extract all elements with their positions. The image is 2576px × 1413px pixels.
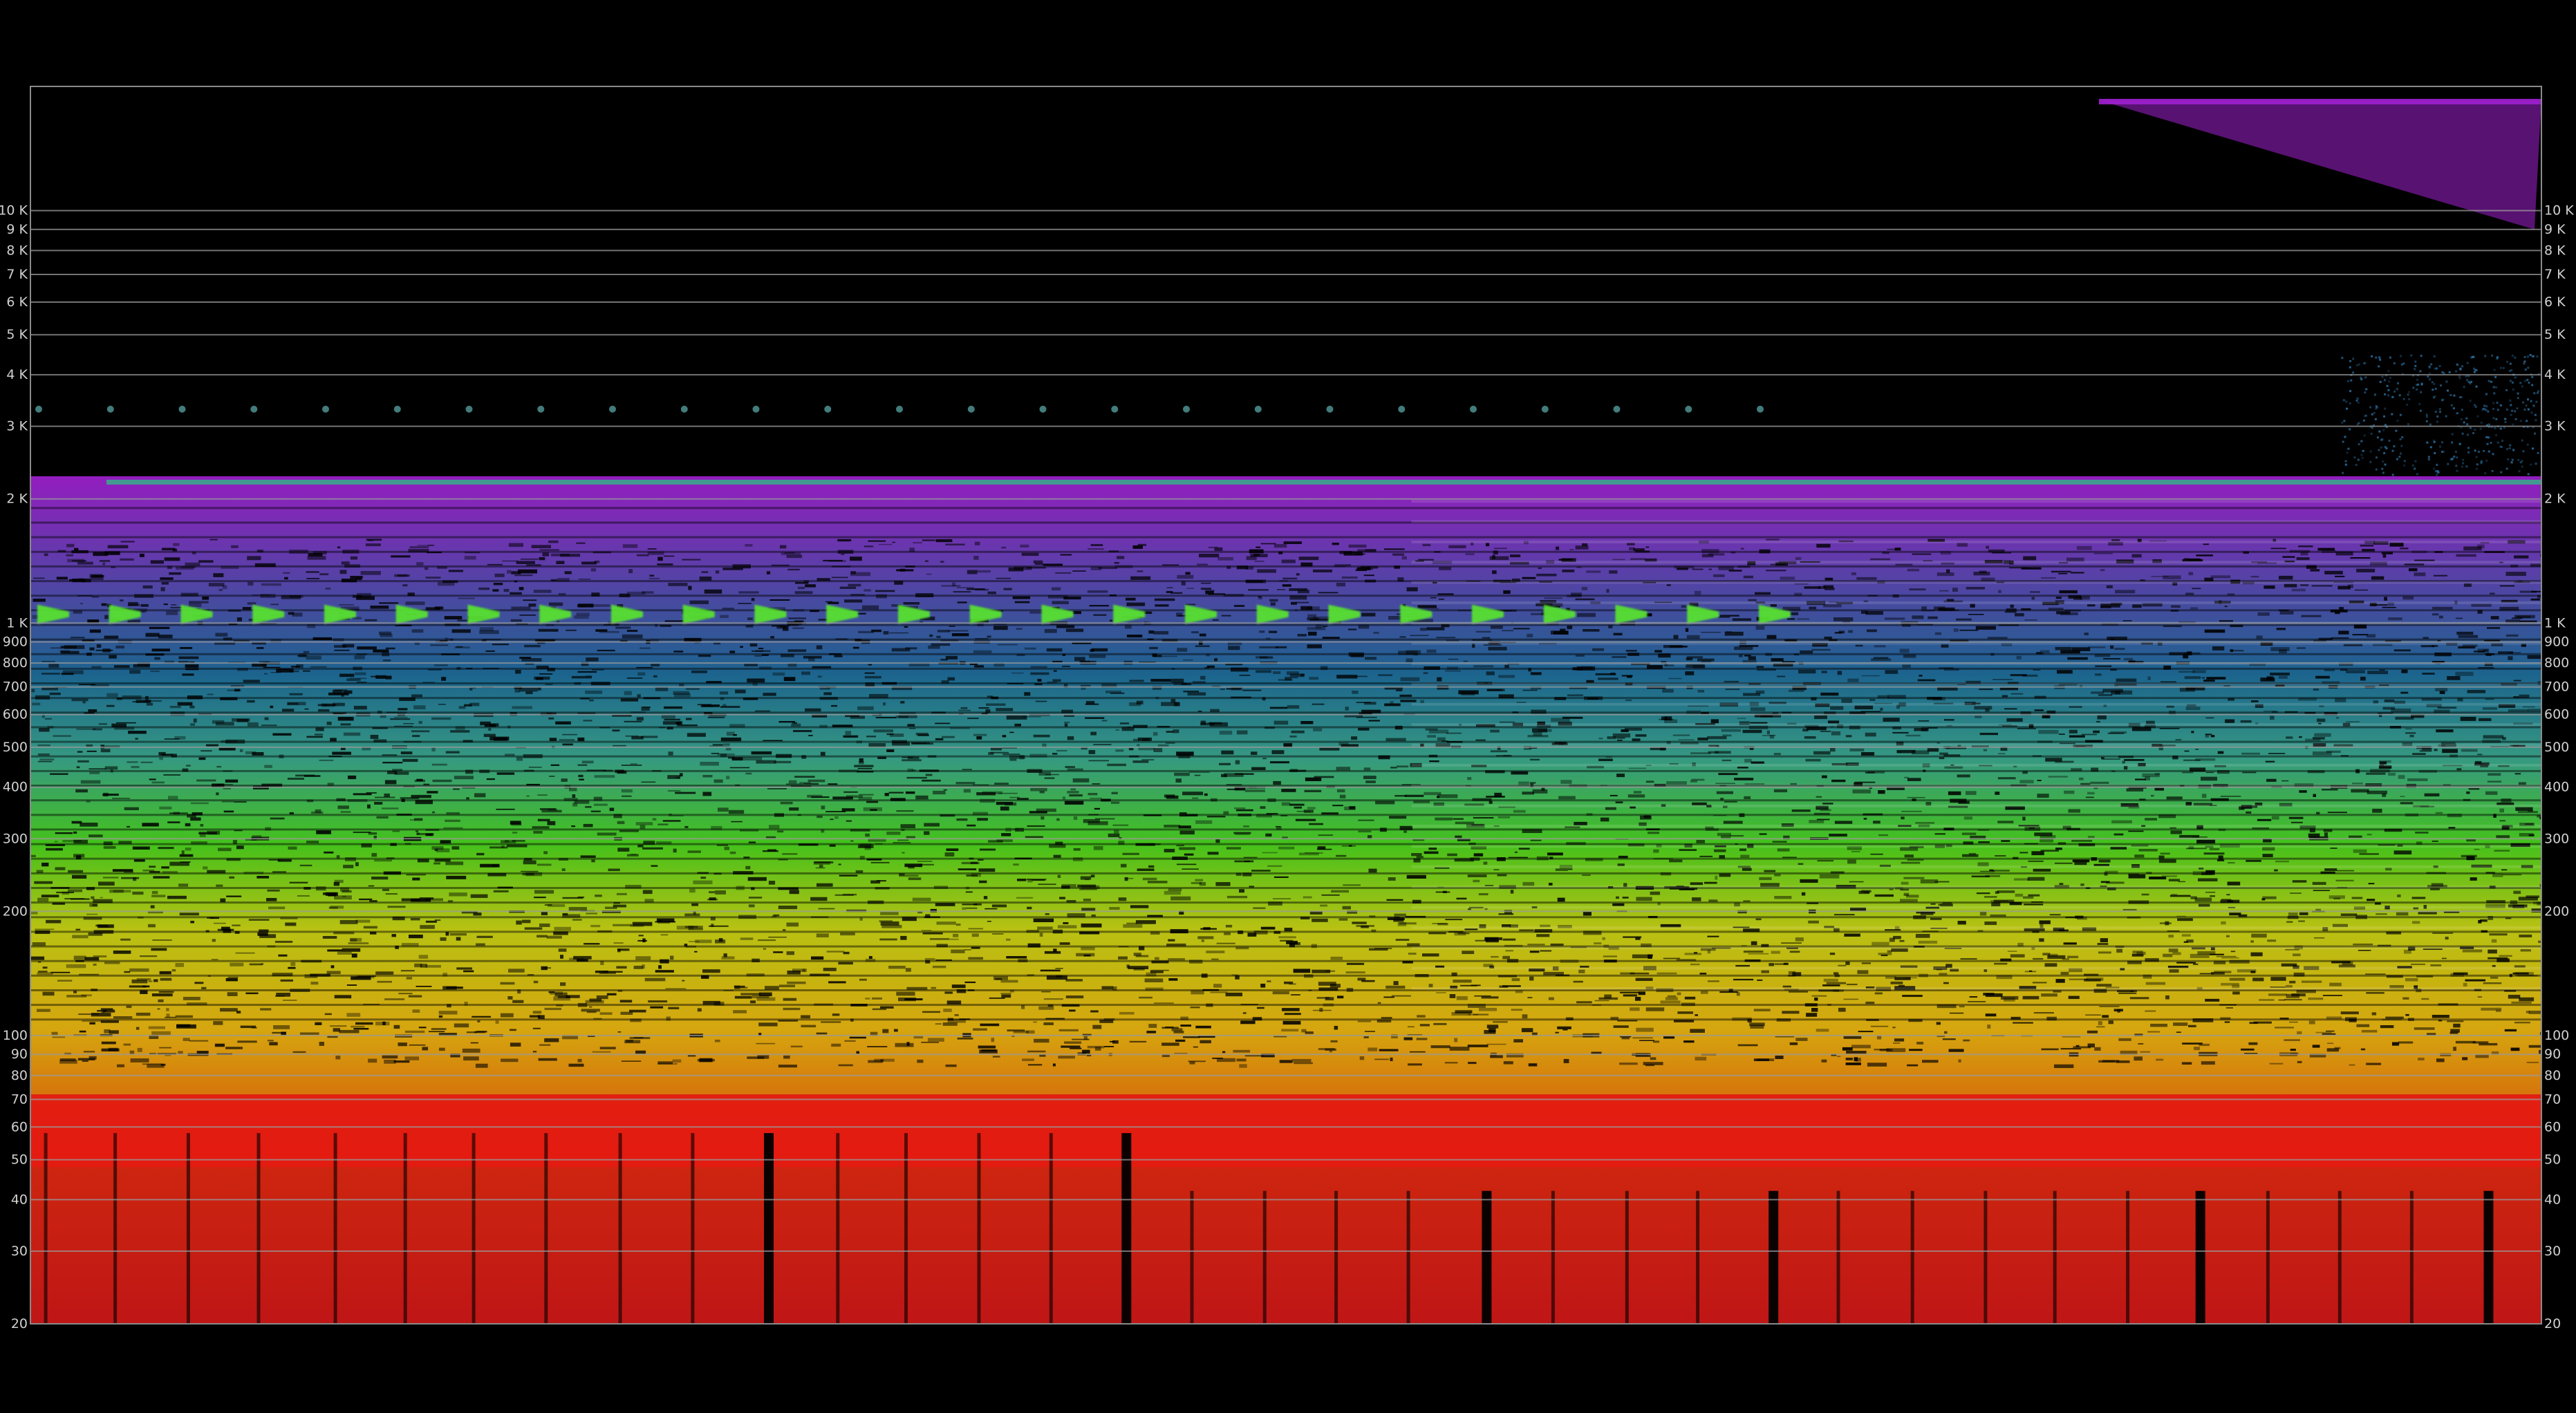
y-tick-label: 7 K [6,267,28,282]
y-tick-label: 70 [11,1092,28,1107]
y-tick-label-right: 50 [2544,1152,2561,1168]
y-tick-label-right: 700 [2544,680,2569,695]
pulse-dot [1254,405,1262,413]
y-tick-label-right: 90 [2544,1047,2561,1062]
y-tick-label: 40 [11,1192,28,1207]
y-tick-label: 90 [11,1047,28,1062]
y-tick-label: 700 [3,680,28,695]
y-tick-label-right: 600 [2544,707,2569,722]
pulse-dot [322,405,329,413]
pulse-dot [967,405,975,413]
spectrogram-chart: 20 30 40 50 60 70 80 90 100 200 300 400 500 600 700 800… [0,0,2576,1413]
y-tick-label-right: 30 [2544,1244,2561,1259]
y-tick-label: 60 [11,1119,28,1134]
pulse-dot [1326,405,1334,413]
y-tick-label-right: 4 K [2544,367,2566,382]
y-tick-label-right: 8 K [2544,243,2566,258]
y-tick-label: 800 [3,655,28,671]
pulse-dot [1470,405,1477,413]
y-tick-label-right: 20 [2544,1316,2561,1331]
pulse-dot [609,405,616,413]
y-tick-label-right: 7 K [2544,267,2566,282]
top-harmonic-band [106,479,2541,485]
y-tick-label-right: 1 K [2544,615,2566,630]
y-tick-label: 200 [3,904,28,919]
y-tick-label: 20 [11,1316,28,1331]
y-tick-label: 100 [3,1028,28,1043]
pulse-dot [1757,405,1764,413]
pulse-dot [752,405,760,413]
y-tick-label-right: 10 K [2544,203,2574,218]
pulse-dot [35,405,42,413]
bass-band [30,1094,2541,1168]
pulse-dot [393,405,401,413]
y-tick-label-right: 200 [2544,904,2569,919]
pulse-dot [680,405,688,413]
y-tick-label: 30 [11,1244,28,1259]
y-tick-label: 3 K [6,419,28,434]
y-tick-label: 50 [11,1152,28,1168]
y-tick-label-right: 3 K [2544,419,2566,434]
pulse-dot [1111,405,1119,413]
pulse-dot [824,405,832,413]
y-tick-label: 80 [11,1068,28,1083]
y-tick-label-right: 80 [2544,1068,2561,1083]
y-tick-label-right: 800 [2544,655,2569,671]
y-tick-label-right: 100 [2544,1028,2569,1043]
y-tick-label-right: 500 [2544,740,2569,755]
y-tick-label: 900 [3,635,28,650]
pulse-dot [1685,405,1692,413]
y-tick-label-right: 900 [2544,635,2569,650]
pulse-dot [106,405,114,413]
y-tick-label: 9 K [6,222,28,237]
pulse-dot [465,405,473,413]
y-tick-label: 8 K [6,243,28,258]
pulse-dot [1541,405,1549,413]
y-tick-label-right: 300 [2544,831,2569,846]
y-tick-label-right: 60 [2544,1119,2561,1134]
pulse-dot [1039,405,1047,413]
pulse-dot [178,405,186,413]
y-tick-label-right: 2 K [2544,492,2566,507]
y-tick-label-right: 400 [2544,780,2569,795]
y-tick-label: 500 [3,740,28,755]
pulse-dot [537,405,545,413]
y-tick-label: 10 K [0,203,28,218]
pulse-dot [896,405,903,413]
y-tick-label-right: 9 K [2544,222,2566,237]
y-tick-label: 600 [3,707,28,722]
y-tick-label: 6 K [6,294,28,310]
y-tick-label: 1 K [6,615,28,630]
pulse-dot [1398,405,1406,413]
y-tick-label-right: 40 [2544,1192,2561,1207]
pulse-dot [1613,405,1621,413]
y-tick-label: 2 K [6,492,28,507]
y-tick-label: 4 K [6,367,28,382]
pulse-dot [1183,405,1190,413]
y-tick-label-right: 6 K [2544,294,2566,310]
y-tick-label: 300 [3,831,28,846]
y-tick-label-right: 70 [2544,1092,2561,1107]
y-tick-label: 5 K [6,327,28,342]
y-tick-label: 400 [3,780,28,795]
y-tick-label-right: 5 K [2544,327,2566,342]
pulse-dot [250,405,258,413]
